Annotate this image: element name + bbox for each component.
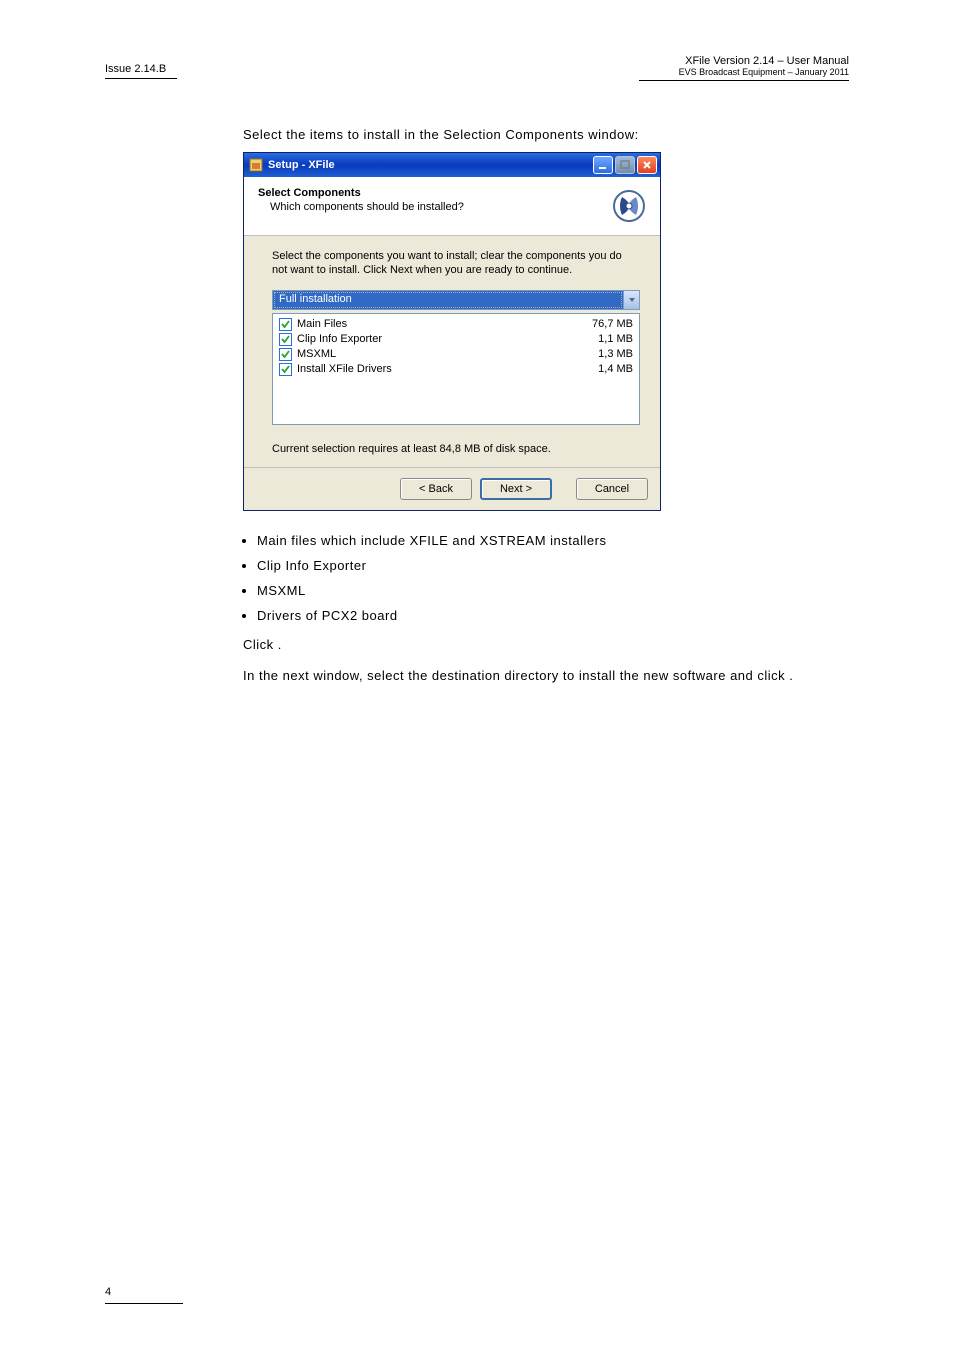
component-label: Main Files	[297, 317, 347, 332]
dialog-header-sub: Which components should be installed?	[270, 201, 464, 213]
header-subtitle: EVS Broadcast Equipment – January 2011	[639, 67, 849, 77]
install-type-selected: Full installation	[273, 291, 623, 309]
cancel-button[interactable]: Cancel	[576, 478, 648, 500]
component-label: Install XFile Drivers	[297, 362, 392, 377]
checkbox-icon[interactable]	[279, 348, 292, 361]
bullet-list: Main files which include XFILE and XSTRE…	[257, 533, 848, 623]
install-type-dropdown[interactable]: Full installation	[272, 290, 640, 310]
minimize-button[interactable]	[593, 156, 613, 174]
next-button[interactable]: Next >	[480, 478, 552, 500]
components-listbox[interactable]: Main Files 76,7 MB Clip Info Exporter 1,…	[272, 313, 640, 425]
product-logo-icon	[610, 187, 648, 225]
setup-dialog: Setup - XFile Select Components W	[243, 152, 661, 511]
click-text: Click .	[243, 637, 848, 652]
component-label: Clip Info Exporter	[297, 332, 382, 347]
list-item: Clip Info Exporter	[257, 558, 848, 573]
dialog-header: Select Components Which components shoul…	[244, 177, 660, 236]
list-item[interactable]: Main Files 76,7 MB	[279, 317, 633, 332]
header-issue: Issue 2.14.B	[105, 63, 166, 75]
list-item: Drivers of PCX2 board	[257, 608, 848, 623]
back-button[interactable]: < Back	[400, 478, 472, 500]
dialog-instruction: Select the components you want to instal…	[272, 250, 640, 278]
chevron-down-icon[interactable]	[623, 291, 639, 309]
page-number: 4	[105, 1286, 111, 1298]
component-size: 1,4 MB	[598, 362, 633, 377]
list-item[interactable]: Install XFile Drivers 1,4 MB	[279, 362, 633, 377]
list-item: MSXML	[257, 583, 848, 598]
list-item[interactable]: Clip Info Exporter 1,1 MB	[279, 332, 633, 347]
component-size: 1,1 MB	[598, 332, 633, 347]
maximize-button[interactable]	[615, 156, 635, 174]
intro-text: Select the items to install in the Selec…	[243, 127, 848, 142]
dialog-header-title: Select Components	[258, 187, 464, 199]
footer-rule	[105, 1303, 183, 1304]
dialog-title-text: Setup - XFile	[268, 159, 593, 171]
titlebar: Setup - XFile	[244, 153, 660, 177]
component-size: 1,3 MB	[598, 347, 633, 362]
header-title: XFile Version 2.14 – User Manual	[639, 55, 849, 67]
component-size: 76,7 MB	[592, 317, 633, 332]
close-button[interactable]	[637, 156, 657, 174]
dialog-footer: < Back Next > Cancel	[244, 467, 660, 510]
checkbox-icon[interactable]	[279, 333, 292, 346]
disk-space-text: Current selection requires at least 84,8…	[272, 443, 640, 455]
checkbox-icon[interactable]	[279, 363, 292, 376]
installer-icon	[249, 158, 263, 172]
component-label: MSXML	[297, 347, 336, 362]
checkbox-icon[interactable]	[279, 318, 292, 331]
list-item: Main files which include XFILE and XSTRE…	[257, 533, 848, 548]
header-rule-right	[639, 80, 849, 81]
list-item[interactable]: MSXML 1,3 MB	[279, 347, 633, 362]
next-window-text: In the next window, select the destinati…	[243, 668, 848, 683]
header-rule-left	[105, 78, 177, 79]
